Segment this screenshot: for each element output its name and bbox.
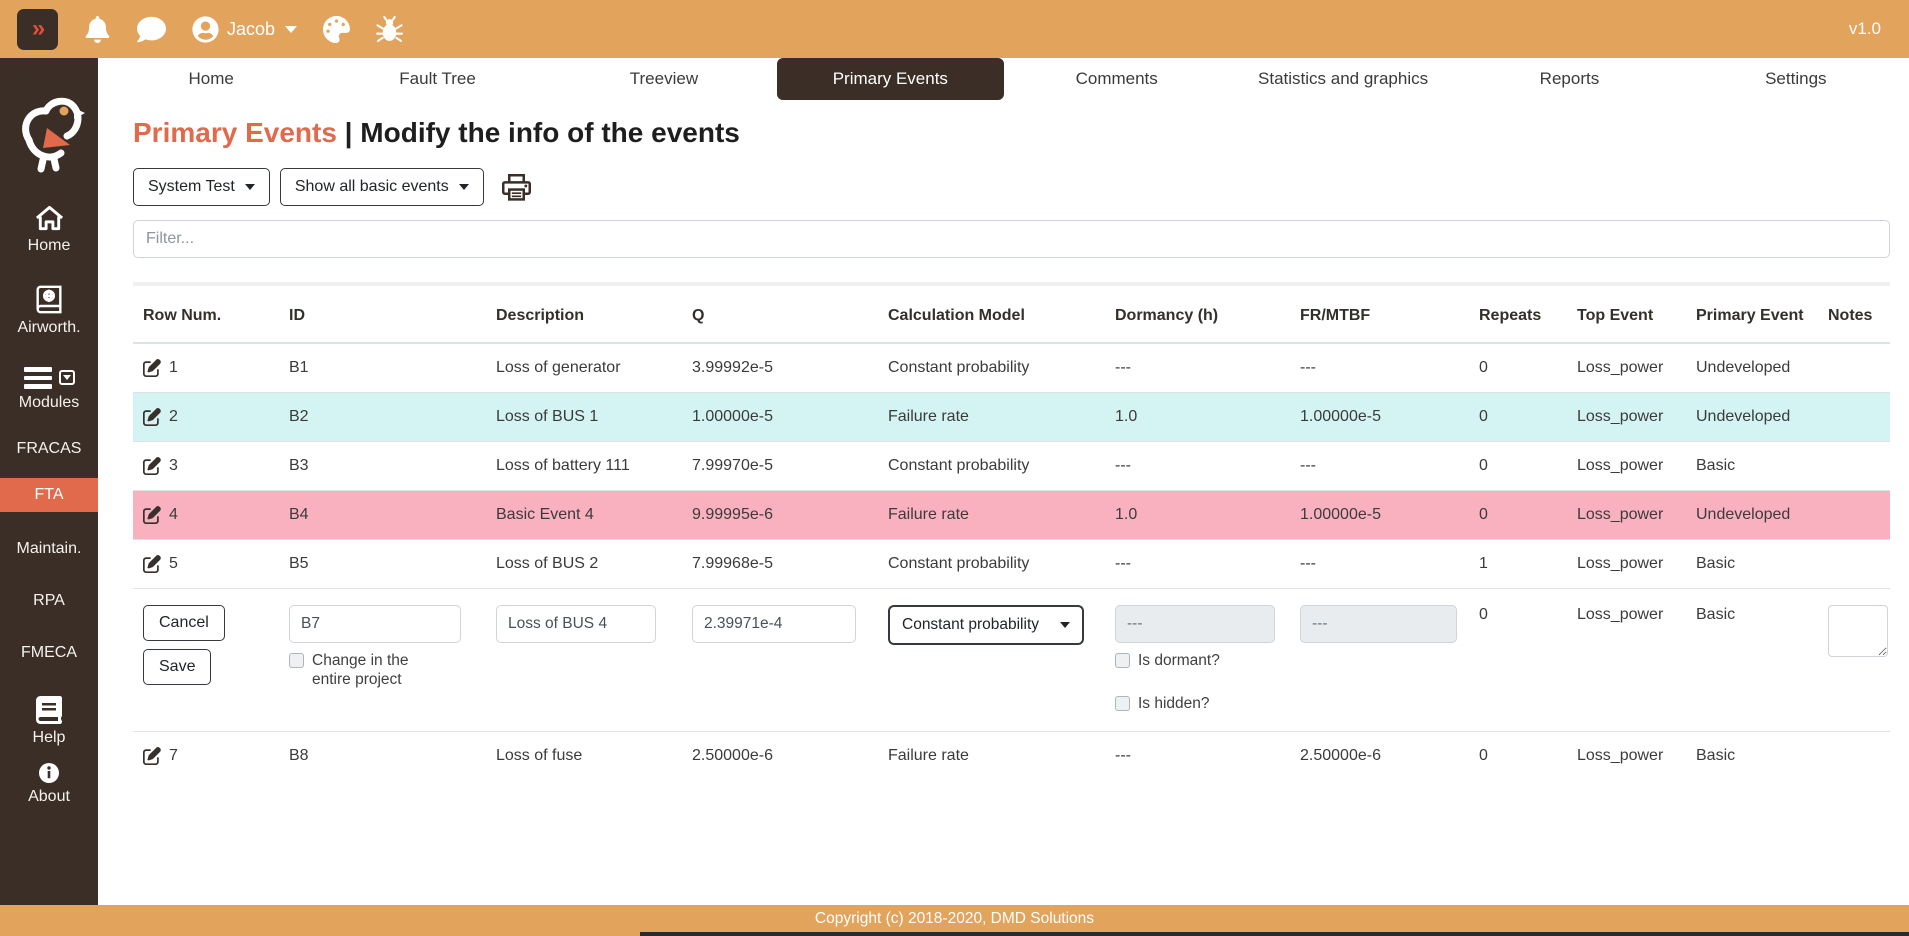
save-button[interactable]: Save (143, 649, 211, 685)
tab-fault-tree[interactable]: Fault Tree (324, 58, 550, 100)
app-logo (13, 88, 85, 174)
edit-notes-textarea[interactable] (1828, 605, 1888, 657)
tab-reports[interactable]: Reports (1456, 58, 1682, 100)
caret-down-icon (1060, 622, 1070, 628)
col-fr-mtbf: FR/MTBF (1290, 284, 1469, 343)
edit-fr-mtbf-input (1300, 605, 1457, 643)
edit-calculation-model-select[interactable]: Constant probability (888, 605, 1084, 645)
table-edit-row: Cancel Save Change in the entire project (133, 589, 1890, 732)
sidebar-item-rpa[interactable]: RPA (0, 586, 98, 616)
table-header-row: Row Num. ID Description Q Calculation Mo… (133, 284, 1890, 343)
airworthiness-book-icon (36, 285, 62, 314)
main-content: Home Fault Tree Treeview Primary Events … (98, 58, 1909, 905)
sidebar-expand-button[interactable]: » (17, 9, 58, 50)
toolbar: System Test Show all basic events (133, 168, 1909, 206)
sidebar-item-home[interactable]: Home (0, 204, 98, 255)
tab-settings[interactable]: Settings (1683, 58, 1909, 100)
chevron-double-right-icon: » (32, 17, 43, 41)
tab-home[interactable]: Home (98, 58, 324, 100)
edit-q-input[interactable] (692, 605, 856, 643)
tab-treeview[interactable]: Treeview (551, 58, 777, 100)
tab-statistics[interactable]: Statistics and graphics (1230, 58, 1456, 100)
page-subtitle: | Modify the info of the events (345, 117, 740, 148)
modules-menu-icon (24, 367, 52, 389)
edit-row-icon[interactable] (143, 359, 161, 377)
edit-row-icon[interactable] (143, 747, 161, 765)
debug-bug-icon[interactable] (376, 16, 403, 43)
show-events-select-button[interactable]: Show all basic events (280, 168, 484, 206)
table-row[interactable]: 3 B3 Loss of battery 111 7.99970e-5 Cons… (133, 442, 1890, 491)
sidebar: Home Airworth. Modules FRACAS FTA (0, 58, 98, 905)
notifications-bell-icon[interactable] (84, 16, 111, 43)
col-row-num: Row Num. (133, 284, 279, 343)
table-row[interactable]: 1 B1 Loss of generator 3.99992e-5 Consta… (133, 343, 1890, 393)
edit-description-input[interactable] (496, 605, 656, 643)
tab-primary-events[interactable]: Primary Events (777, 58, 1003, 100)
edit-row-icon[interactable] (143, 457, 161, 475)
version-label: v1.0 (1849, 19, 1881, 39)
topbar: » Jacob v1.0 (0, 0, 1909, 58)
home-icon (34, 204, 65, 232)
edit-id-input[interactable] (289, 605, 461, 643)
sidebar-item-fta[interactable]: FTA (0, 478, 98, 512)
col-id: ID (279, 284, 486, 343)
caret-down-icon (285, 26, 297, 33)
print-button[interactable] (502, 174, 531, 201)
table-row[interactable]: 2 B2 Loss of BUS 1 1.00000e-5 Failure ra… (133, 393, 1890, 442)
col-q: Q (682, 284, 878, 343)
col-primary-event: Primary Event (1686, 284, 1818, 343)
system-select-button[interactable]: System Test (133, 168, 270, 206)
edit-row-icon[interactable] (143, 506, 161, 524)
scrollbar-strip[interactable] (640, 932, 1909, 936)
edit-row-icon[interactable] (143, 408, 161, 426)
tab-comments[interactable]: Comments (1004, 58, 1230, 100)
theme-palette-icon[interactable] (323, 16, 350, 43)
printer-icon (502, 174, 531, 201)
user-name: Jacob (227, 19, 275, 40)
col-repeats: Repeats (1469, 284, 1567, 343)
cancel-button[interactable]: Cancel (143, 605, 225, 641)
col-top-event: Top Event (1567, 284, 1686, 343)
user-menu[interactable]: Jacob (192, 16, 297, 43)
filter-input[interactable] (133, 220, 1890, 258)
user-avatar-icon (192, 16, 219, 43)
copyright-text: Copyright (c) 2018-2020, DMD Solutions (815, 910, 1094, 928)
edit-row-icon[interactable] (143, 555, 161, 573)
caret-down-icon (459, 184, 469, 190)
col-dormancy: Dormancy (h) (1105, 284, 1290, 343)
tab-bar: Home Fault Tree Treeview Primary Events … (98, 58, 1909, 100)
app-window: » Jacob v1.0 (0, 0, 1909, 936)
sidebar-item-help[interactable]: Help (0, 696, 98, 747)
col-calculation-model: Calculation Model (878, 284, 1105, 343)
info-circle-icon (39, 763, 59, 783)
sidebar-item-fmeca[interactable]: FMECA (0, 638, 98, 668)
change-entire-project-option: Change in the entire project (289, 651, 439, 689)
edit-dormancy-input (1115, 605, 1275, 643)
sidebar-item-about[interactable]: About (0, 763, 98, 806)
is-dormant-option: Is dormant? (1115, 651, 1220, 670)
sidebar-item-fracas[interactable]: FRACAS (0, 434, 98, 464)
is-hidden-option: Is hidden? (1115, 694, 1210, 713)
table-row[interactable]: 5 B5 Loss of BUS 2 7.99968e-5 Constant p… (133, 540, 1890, 589)
sidebar-item-airworthiness[interactable]: Airworth. (0, 285, 98, 337)
sidebar-item-modules[interactable]: Modules (0, 367, 98, 412)
table-row[interactable]: 7 B8 Loss of fuse 2.50000e-6 Failure rat… (133, 732, 1890, 781)
page-title-accent: Primary Events (133, 117, 337, 148)
col-description: Description (486, 284, 682, 343)
is-hidden-checkbox[interactable] (1115, 696, 1130, 711)
is-dormant-checkbox[interactable] (1115, 653, 1130, 668)
page-title: Primary Events | Modify the info of the … (133, 116, 1909, 150)
modules-dropdown-icon[interactable] (59, 370, 75, 385)
help-book-icon (36, 696, 62, 724)
change-entire-project-checkbox[interactable] (289, 653, 304, 668)
sidebar-item-maintain[interactable]: Maintain. (0, 534, 98, 564)
messages-chat-icon[interactable] (137, 15, 166, 44)
caret-down-icon (245, 184, 255, 190)
primary-events-table: Row Num. ID Description Q Calculation Mo… (133, 282, 1890, 780)
col-notes: Notes (1818, 284, 1890, 343)
table-row[interactable]: 4 B4 Basic Event 4 9.99995e-6 Failure ra… (133, 491, 1890, 540)
